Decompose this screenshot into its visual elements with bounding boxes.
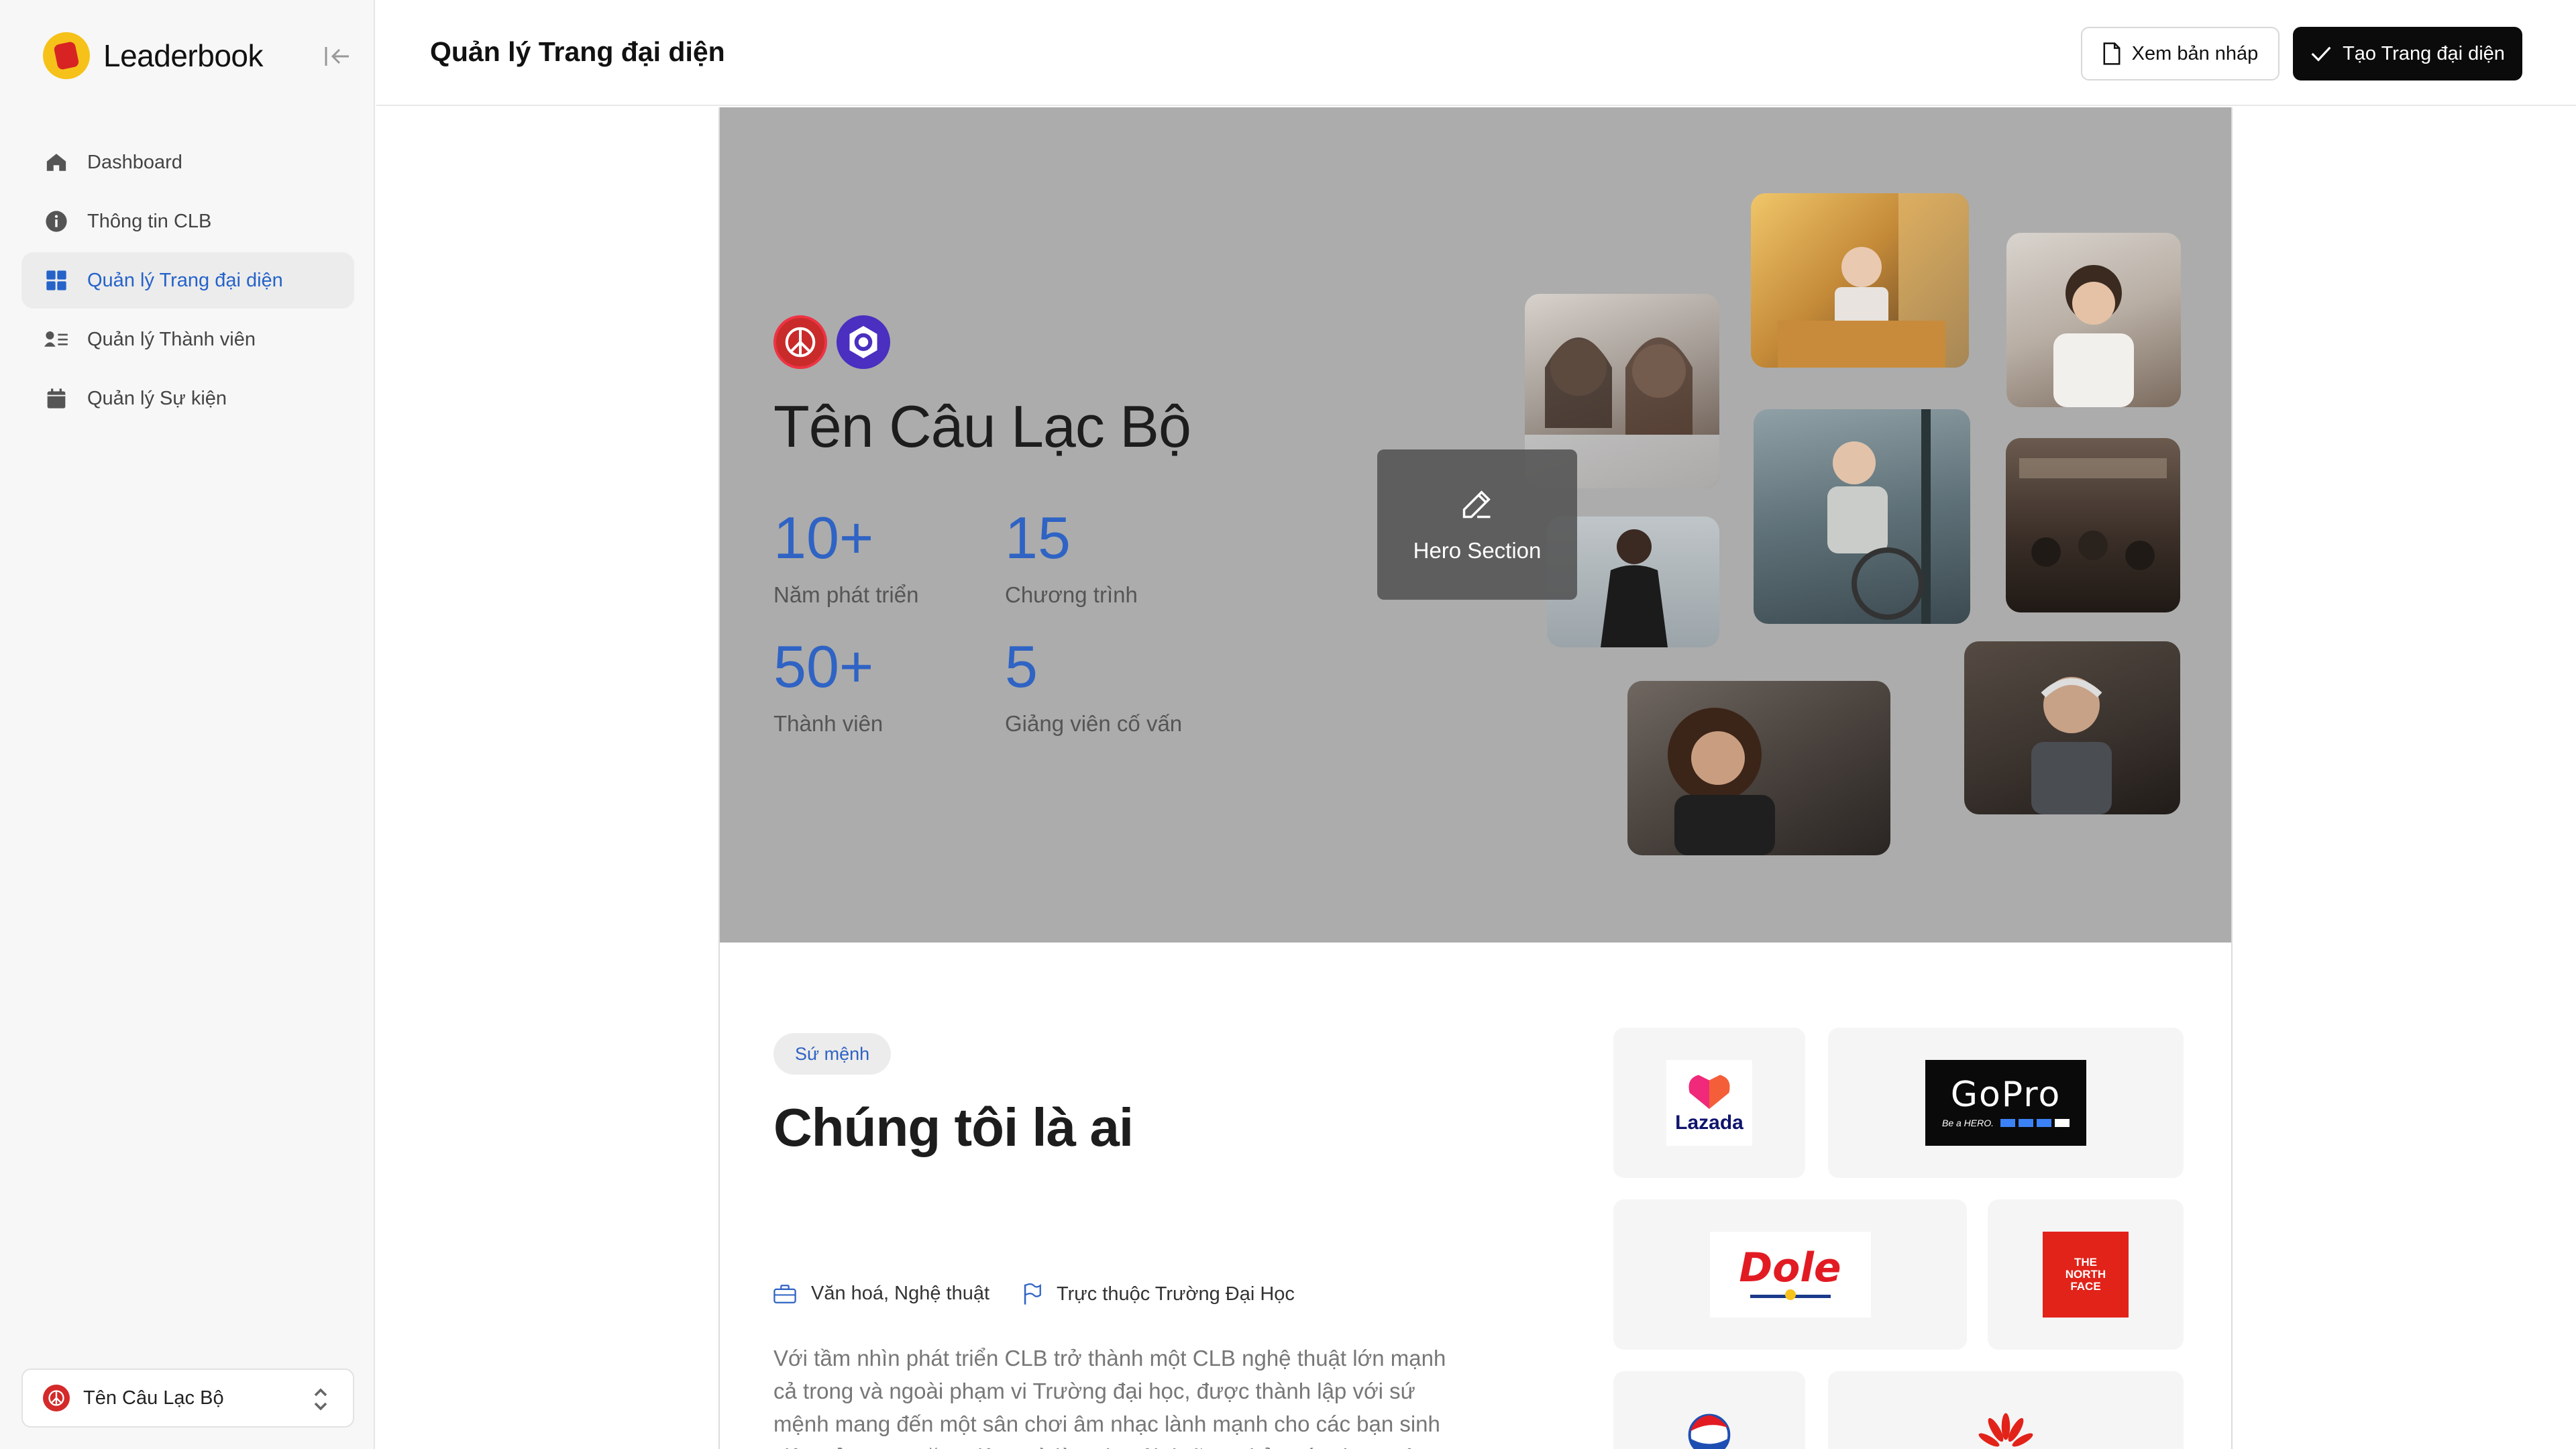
partner-pepsi[interactable] <box>1613 1371 1805 1449</box>
photo-woman-wheelchair <box>1754 409 1970 624</box>
stat-value: 50+ <box>773 633 874 700</box>
calendar-icon <box>44 386 68 411</box>
sidebar-item-representative-page[interactable]: Quản lý Trang đại diện <box>21 252 354 309</box>
club-switcher[interactable]: Tên Câu Lạc Bộ <box>21 1368 354 1428</box>
stat-label: Thành viên <box>773 711 883 736</box>
page-preview: Tên Câu Lạc Bộ 10+ Năm phát triển 15 Chư… <box>718 107 2233 1449</box>
stat-label: Chương trình <box>1005 582 1138 607</box>
view-draft-label: Xem bản nháp <box>2131 42 2259 64</box>
brand[interactable]: Leaderbook <box>43 31 263 80</box>
club-icons <box>773 315 890 369</box>
photo-woman-laptop <box>1751 193 1969 368</box>
north-face-line-2: NORTH <box>2065 1268 2106 1281</box>
chevron-up-down-icon <box>311 1386 330 1416</box>
stat-value: 15 <box>1005 504 1071 571</box>
photo-woman-curly-hair <box>1627 681 1890 855</box>
lazada-logo-icon: Lazada <box>1666 1060 1752 1146</box>
gopro-tagline: Be a HERO. <box>1941 1118 1994 1128</box>
briefcase-icon <box>773 1284 796 1304</box>
sidebar-item-label: Quản lý Trang đại diện <box>87 269 283 291</box>
top-header: Quản lý Trang đại diện Xem bản nháp Tạo … <box>376 0 2576 106</box>
sidebar-nav: Dashboard Thông tin CLB Quản lý Trang đạ… <box>21 134 354 429</box>
hero-club-name: Tên Câu Lạc Bộ <box>773 393 1191 460</box>
sidebar: Leaderbook Dashboard Thông tin CLB Quản … <box>0 0 375 1449</box>
collapse-sidebar-icon[interactable] <box>322 42 352 71</box>
partner-lazada[interactable]: Lazada <box>1613 1028 1805 1178</box>
about-title: Chúng tôi là ai <box>773 1097 1134 1157</box>
page-title: Quản lý Trang đại diện <box>430 36 725 67</box>
view-draft-button[interactable]: Xem bản nháp <box>2081 27 2279 80</box>
edit-hero-section-button[interactable]: Hero Section <box>1377 449 1577 600</box>
hero-section[interactable]: Tên Câu Lạc Bộ 10+ Năm phát triển 15 Chư… <box>720 107 2231 943</box>
sidebar-item-label: Thông tin CLB <box>87 210 212 232</box>
about-description: Với tầm nhìn phát triển CLB trở thành mộ… <box>773 1346 1446 1449</box>
partner-the-north-face[interactable]: THE NORTH FACE <box>1988 1199 2184 1350</box>
brand-name: Leaderbook <box>103 38 263 73</box>
north-face-line-1: THE <box>2074 1256 2097 1269</box>
category-meta: Văn hoá, Nghệ thuật <box>773 1283 989 1305</box>
pencil-icon <box>1460 486 1495 525</box>
stat-label: Năm phát triển <box>773 582 919 607</box>
stat-advisors: 5 Giảng viên cố vấn <box>1005 637 1182 737</box>
sidebar-item-dashboard[interactable]: Dashboard <box>21 134 354 191</box>
stat-programs: 15 Chương trình <box>1005 508 1138 608</box>
sidebar-item-club-info[interactable]: Thông tin CLB <box>21 193 354 250</box>
gopro-logo-icon: GoPro Be a HERO. <box>1925 1060 2086 1146</box>
sidebar-item-label: Quản lý Sự kiện <box>87 387 227 409</box>
sidebar-item-label: Quản lý Thành viên <box>87 328 256 350</box>
club-switcher-name: Tên Câu Lạc Bộ <box>83 1387 224 1409</box>
stat-value: 5 <box>1005 633 1038 700</box>
partner-huawei[interactable] <box>1828 1371 2184 1449</box>
create-page-label: Tạo Trang đại diện <box>2343 42 2505 64</box>
photo-woman-headphones <box>2006 233 2181 407</box>
affiliation-meta: Trực thuộc Trường Đại Học <box>1022 1283 1295 1305</box>
mission-tag: Sứ mệnh <box>773 1033 892 1075</box>
peace-icon <box>773 315 827 369</box>
sidebar-item-label: Dashboard <box>87 151 182 173</box>
stat-label: Giảng viên cố vấn <box>1005 711 1183 736</box>
category-label: Văn hoá, Nghệ thuật <box>811 1283 990 1304</box>
pepsi-logo-icon <box>1688 1413 1731 1449</box>
members-icon <box>44 327 68 352</box>
stat-value: 10+ <box>773 504 874 571</box>
check-icon <box>2310 44 2332 63</box>
lazada-wordmark: Lazada <box>1675 1112 1743 1134</box>
north-face-line-3: FACE <box>2070 1279 2101 1293</box>
gopro-wordmark: GoPro <box>1950 1075 2061 1115</box>
grid-icon <box>44 268 68 292</box>
photo-older-man <box>1964 641 2180 814</box>
document-icon <box>2102 42 2121 65</box>
sidebar-item-events[interactable]: Quản lý Sự kiện <box>21 370 354 427</box>
leaderbook-logo-icon <box>43 32 90 79</box>
sidebar-item-members[interactable]: Quản lý Thành viên <box>21 311 354 368</box>
peace-icon <box>43 1385 70 1411</box>
home-icon <box>44 150 68 174</box>
hero-section-label: Hero Section <box>1413 537 1542 563</box>
affiliation-label: Trực thuộc Trường Đại Học <box>1057 1283 1295 1305</box>
partner-dole[interactable]: Dole <box>1613 1199 1967 1350</box>
north-face-logo-icon: THE NORTH FACE <box>2043 1232 2129 1318</box>
partner-gopro[interactable]: GoPro Be a HERO. <box>1828 1028 2184 1178</box>
photo-audience <box>2006 438 2180 612</box>
dole-wordmark: Dole <box>1739 1244 1841 1291</box>
info-icon <box>44 209 68 233</box>
aperture-icon <box>837 315 890 369</box>
flag-icon <box>1022 1283 1042 1305</box>
dole-logo-icon: Dole <box>1709 1232 1871 1318</box>
stat-years: 10+ Năm phát triển <box>773 508 918 608</box>
stat-members: 50+ Thành viên <box>773 637 883 737</box>
huawei-logo-icon <box>1976 1411 2036 1449</box>
create-page-button[interactable]: Tạo Trang đại diện <box>2293 27 2522 80</box>
